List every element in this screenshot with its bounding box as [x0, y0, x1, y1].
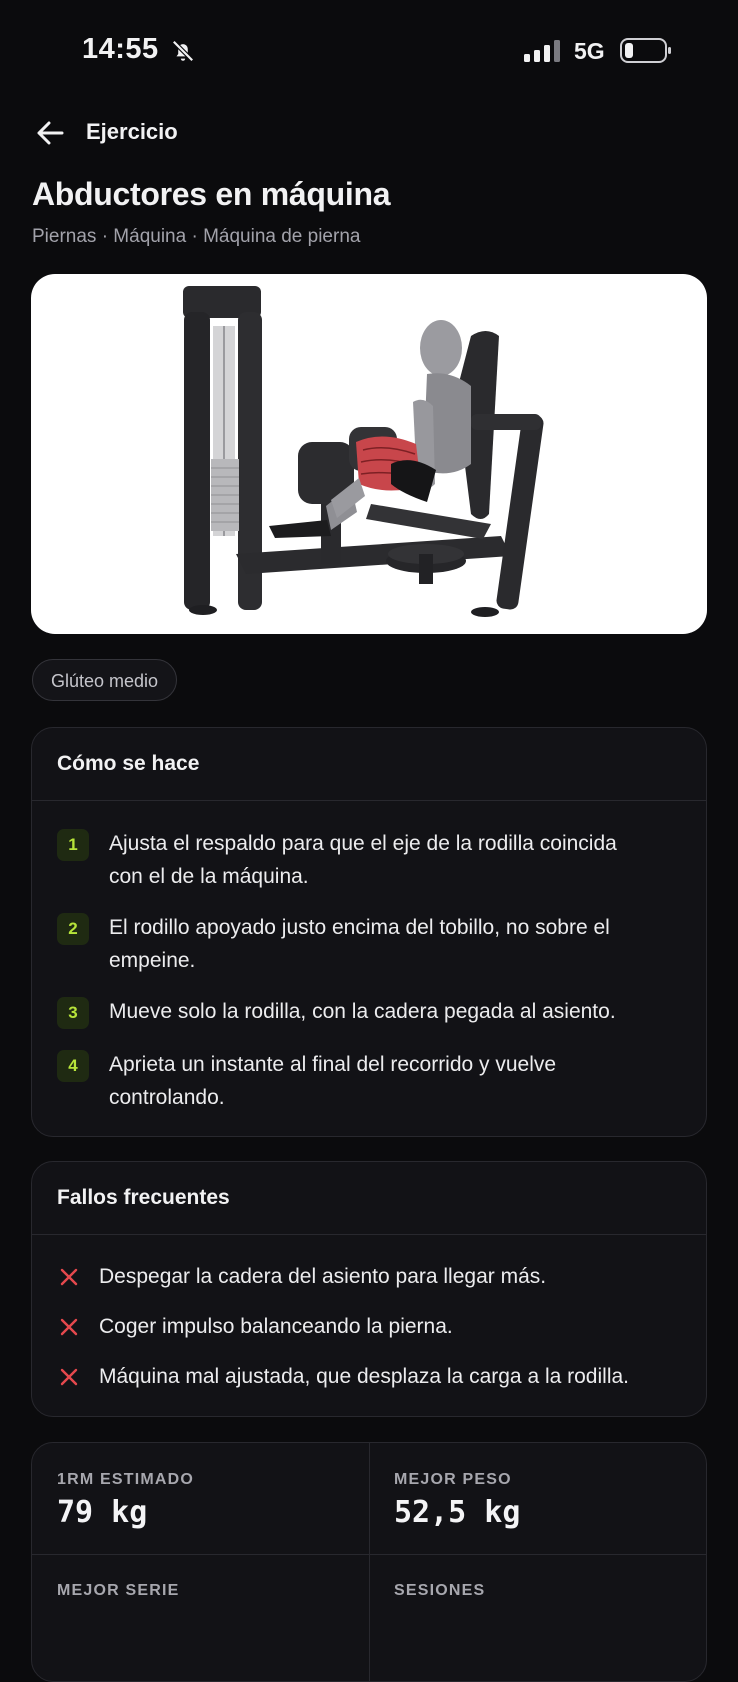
how-to-card: Cómo se hace 1 Ajusta el respaldo para q… — [31, 727, 707, 1137]
exercise-illustration — [31, 274, 707, 634]
x-icon — [60, 1318, 78, 1336]
network-type: 5G — [574, 38, 605, 64]
stat-one-rm: 1RM ESTIMADO 79 kg — [32, 1443, 369, 1554]
muscle-chip[interactable]: Glúteo medio — [32, 659, 178, 701]
stat-value: 52,5 kg — [394, 1495, 521, 1530]
step-number: 3 — [57, 997, 89, 1029]
stat-label: MEJOR SERIE — [57, 1582, 180, 1599]
arrow-left-icon[interactable] — [32, 115, 68, 151]
stat-label: SESIONES — [394, 1582, 486, 1599]
top-bar: Ejercicio — [32, 113, 712, 153]
status-time: 14:55 — [82, 33, 159, 65]
mistake-text: Coger impulso balanceando la pierna. — [99, 1315, 453, 1338]
stat-best-weight: MEJOR PESO 52,5 kg — [369, 1443, 706, 1554]
stat-label: MEJOR PESO — [394, 1471, 512, 1488]
bell-off-icon — [172, 40, 194, 62]
step-item: 3 Mueve solo la rodilla, con la cadera p… — [57, 995, 678, 1029]
step-text-line: controlando. — [109, 1086, 225, 1109]
step-number: 4 — [57, 1050, 89, 1082]
mistakes-title: Fallos frecuentes — [32, 1162, 706, 1235]
signal-icon — [524, 40, 560, 62]
stats-card: 1RM ESTIMADO 79 kg MEJOR PESO 52,5 kg ME… — [31, 1442, 707, 1682]
step-item: 4 Aprieta un instante al final del recor… — [57, 1048, 678, 1114]
mistake-item: Máquina mal ajustada, que desplaza la ca… — [57, 1360, 686, 1393]
exercise-title: Abductores en máquina — [32, 176, 391, 212]
step-text-line: Aprieta un instante al final del recorri… — [109, 1053, 557, 1076]
stat-value: 79 kg — [57, 1495, 148, 1530]
step-number: 1 — [57, 829, 89, 861]
step-text-line: con el de la máquina. — [109, 865, 309, 888]
step-text: Ajusta el respaldo para que el eje de la… — [109, 827, 678, 893]
x-icon — [60, 1268, 78, 1286]
step-number: 2 — [57, 913, 89, 945]
step-item: 1 Ajusta el respaldo para que el eje de … — [57, 827, 678, 893]
status-bar: 14:55 5G — [0, 0, 738, 100]
step-text: Aprieta un instante al final del recorri… — [109, 1048, 678, 1114]
mistake-item: Despegar la cadera del asiento para lleg… — [57, 1260, 686, 1293]
battery-icon — [620, 38, 671, 63]
mistake-text: Máquina mal ajustada, que desplaza la ca… — [99, 1365, 629, 1388]
hip-abduction-machine-image — [183, 286, 544, 617]
how-to-title: Cómo se hace — [32, 728, 706, 801]
step-text-line: Mueve solo la rodilla, con la cadera peg… — [109, 1000, 616, 1023]
exercise-subtitle: Piernas · Máquina · Máquina de pierna — [32, 226, 361, 247]
step-text-line: empeine. — [109, 949, 196, 972]
mistakes-card: Fallos frecuentes Despegar la cadera del… — [31, 1161, 707, 1417]
step-item: 2 El rodillo apoyado justo encima del to… — [57, 911, 678, 977]
step-text: Mueve solo la rodilla, con la cadera peg… — [109, 995, 678, 1028]
stat-label: 1RM ESTIMADO — [57, 1471, 195, 1488]
stat-sessions: SESIONES — [369, 1554, 706, 1665]
step-text: El rodillo apoyado justo encima del tobi… — [109, 911, 678, 977]
mistake-text: Despegar la cadera del asiento para lleg… — [99, 1265, 547, 1288]
header-title: Ejercicio — [86, 119, 178, 144]
step-text-line: Ajusta el respaldo para que el eje de la… — [109, 832, 617, 855]
x-icon — [60, 1368, 78, 1386]
step-text-line: El rodillo apoyado justo encima del tobi… — [109, 916, 610, 939]
stat-best-set: MEJOR SERIE — [32, 1554, 369, 1665]
mistake-item: Coger impulso balanceando la pierna. — [57, 1310, 686, 1343]
